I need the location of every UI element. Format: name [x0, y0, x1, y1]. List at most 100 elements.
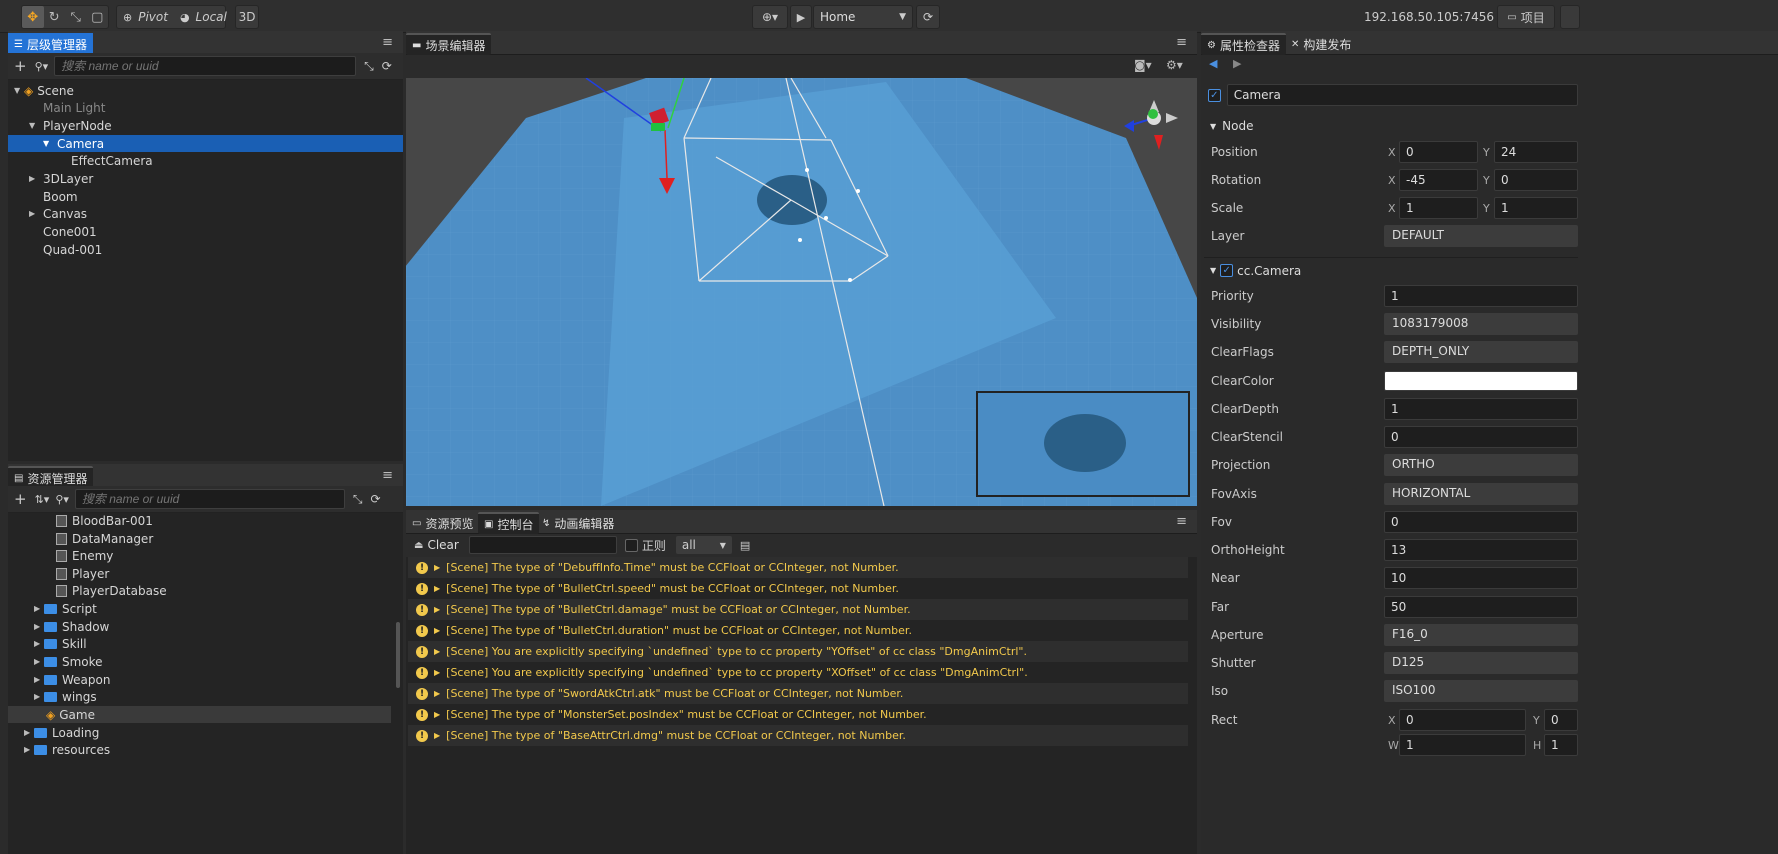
position-y-input[interactable]: 24 — [1494, 141, 1578, 163]
assets-scrollbar[interactable] — [396, 622, 400, 688]
add-node-icon[interactable]: + — [14, 57, 27, 75]
expand-arrow-icon[interactable]: ▶ — [29, 174, 39, 183]
tab-build[interactable]: ✕ 构建发布 — [1285, 33, 1357, 55]
play-button[interactable]: ▶ — [790, 5, 812, 29]
expand-arrow-icon[interactable]: ▶ — [434, 668, 440, 677]
tab-assets[interactable]: ▤ 资源管理器 — [8, 466, 94, 488]
console-filter-input[interactable] — [468, 536, 617, 554]
clearflags-select[interactable]: DEPTH_ONLY — [1384, 341, 1578, 363]
tab-asset-preview[interactable]: ▭ 资源预览 — [406, 512, 479, 534]
node-section-header[interactable]: ▼ Node — [1204, 113, 1578, 139]
rotate-tool-icon[interactable]: ↻ — [44, 6, 66, 28]
iso-select[interactable]: ISO100 — [1384, 680, 1578, 702]
asset-item-game-selected[interactable]: ◈ Game — [8, 706, 391, 723]
tree-item-scene[interactable]: ▼ ◈ Scene — [14, 82, 403, 99]
tree-item-main-light[interactable]: Main Light — [43, 99, 105, 116]
scene-viewport[interactable] — [406, 78, 1197, 506]
scale-x-input[interactable]: 1 — [1399, 197, 1478, 219]
tree-item-boom[interactable]: Boom — [43, 188, 78, 205]
expand-arrow-icon[interactable]: ▶ — [434, 710, 440, 719]
refresh-assets-icon[interactable]: ⟳ — [371, 492, 381, 506]
shutter-select[interactable]: D125 — [1384, 652, 1578, 674]
expand-arrow-icon[interactable]: ▶ — [434, 731, 440, 740]
rect-w-input[interactable]: 1 — [1399, 734, 1526, 756]
overflow-button[interactable] — [1560, 5, 1580, 29]
orthoheight-input[interactable]: 13 — [1384, 539, 1578, 561]
tab-inspector[interactable]: ⚙ 属性检查器 — [1201, 33, 1286, 55]
asset-item[interactable]: BloodBar-001 — [56, 512, 153, 529]
refresh-hierarchy-icon[interactable]: ⟳ — [382, 59, 392, 73]
expand-arrow-icon[interactable]: ▶ — [434, 563, 440, 572]
camera-section-header[interactable]: ▼ ✓ cc.Camera — [1204, 257, 1578, 283]
hierarchy-search-input[interactable] — [54, 56, 357, 76]
fov-input[interactable]: 0 — [1384, 511, 1578, 533]
expand-arrow-icon[interactable]: ▶ — [434, 647, 440, 656]
pivot-button[interactable]: Pivot — [138, 10, 168, 24]
tree-item-3dlayer[interactable]: ▶ 3DLayer — [29, 170, 93, 187]
expand-arrow-icon[interactable]: ▼ — [29, 121, 39, 130]
rect-tool-icon[interactable]: ▢ — [87, 6, 109, 28]
tree-item-quad-001[interactable]: Quad-001 — [43, 241, 102, 258]
scene-menu-icon[interactable]: ≡ — [1176, 35, 1187, 50]
expand-arrow-icon[interactable]: ▶ — [434, 605, 440, 614]
asset-folder[interactable]: ▶ Shadow — [34, 618, 109, 635]
asset-item[interactable]: Enemy — [56, 547, 113, 564]
expand-arrow-icon[interactable]: ▶ — [34, 622, 44, 631]
projection-select[interactable]: ORTHO — [1384, 454, 1578, 476]
tree-item-camera[interactable]: ▼ Camera — [8, 135, 403, 152]
rotation-y-input[interactable]: 0 — [1494, 169, 1578, 191]
refresh-button[interactable]: ⟳ — [916, 5, 940, 29]
move-tool-icon[interactable]: ✥ — [22, 6, 44, 28]
log-entry[interactable]: ! ▶ [Scene] The type of "DebuffInfo.Time" … — [408, 557, 1188, 578]
project-button[interactable]: ▭ 项目 — [1497, 5, 1555, 29]
cleardepth-input[interactable]: 1 — [1384, 398, 1578, 420]
far-input[interactable]: 50 — [1384, 596, 1578, 618]
camera-options-icon[interactable]: ◙▾ — [1134, 58, 1152, 72]
log-entry[interactable]: ! ▶ [Scene] The type of "BulletCtrl.speed"… — [408, 578, 1188, 599]
camera-enabled-checkbox[interactable]: ✓ — [1220, 264, 1234, 277]
scale-tool-icon[interactable]: ⤡ — [65, 6, 87, 28]
log-entry[interactable]: ! ▶ [Scene] The type of "MonsterSet.posInd… — [408, 704, 1188, 725]
expand-arrow-icon[interactable]: ▶ — [34, 657, 44, 666]
log-entry[interactable]: ! ▶ [Scene] The type of "BulletCtrl.damage… — [408, 599, 1188, 620]
clearcolor-swatch[interactable] — [1384, 371, 1578, 391]
expand-arrow-icon[interactable]: ▶ — [29, 209, 39, 218]
asset-item[interactable]: DataManager — [56, 530, 153, 547]
log-entry[interactable]: ! ▶ [Scene] The type of "SwordAtkCtrl.atk"… — [408, 683, 1188, 704]
tab-animation-editor[interactable]: ↯ 动画编辑器 — [536, 512, 620, 534]
hierarchy-menu-icon[interactable]: ≡ — [382, 35, 393, 50]
sort-icon[interactable]: ⇅▾ — [35, 493, 50, 506]
open-log-file-icon[interactable]: ▤ — [740, 539, 750, 552]
tree-item-effectcamera[interactable]: EffectCamera — [71, 152, 153, 169]
expand-arrow-icon[interactable]: ▼ — [43, 139, 53, 148]
asset-folder[interactable]: ▶ resources — [24, 741, 110, 758]
back-arrow-icon[interactable]: ◀ — [1209, 57, 1217, 70]
expand-arrow-icon[interactable]: ▶ — [34, 639, 44, 648]
regex-checkbox[interactable] — [624, 538, 638, 552]
assets-search-input[interactable] — [74, 489, 345, 509]
add-asset-icon[interactable]: + — [14, 490, 27, 508]
log-level-select[interactable]: all ▼ — [675, 536, 732, 554]
collapse-all-icon[interactable]: ⤡ — [353, 492, 363, 507]
priority-input[interactable]: 1 — [1384, 285, 1578, 307]
node-name-input[interactable]: Camera — [1226, 84, 1578, 106]
gear-icon[interactable]: ⚙▾ — [1166, 58, 1183, 72]
asset-folder[interactable]: ▶ Script — [34, 600, 97, 617]
console-menu-icon[interactable]: ≡ — [1176, 514, 1187, 529]
assets-menu-icon[interactable]: ≡ — [382, 468, 393, 483]
tab-console[interactable]: ▣ 控制台 — [478, 512, 540, 534]
rect-x-input[interactable]: 0 — [1399, 709, 1526, 731]
position-x-input[interactable]: 0 — [1399, 141, 1478, 163]
visibility-select[interactable]: 1083179008 — [1384, 313, 1578, 335]
platform-select[interactable]: ⊕▾ — [752, 5, 788, 29]
tree-item-canvas[interactable]: ▶ Canvas — [29, 205, 87, 222]
asset-folder[interactable]: ▶ wings — [34, 688, 97, 705]
fovaxis-select[interactable]: HORIZONTAL — [1384, 483, 1578, 505]
rect-h-input[interactable]: 1 — [1544, 734, 1578, 756]
expand-arrow-icon[interactable]: ▶ — [434, 626, 440, 635]
rotation-x-input[interactable]: -45 — [1399, 169, 1478, 191]
layer-select[interactable]: DEFAULT — [1384, 225, 1578, 247]
scene-select[interactable]: Home ▼ — [813, 5, 913, 29]
expand-arrow-icon[interactable]: ▶ — [34, 675, 44, 684]
clear-button[interactable]: Clear — [427, 538, 458, 552]
